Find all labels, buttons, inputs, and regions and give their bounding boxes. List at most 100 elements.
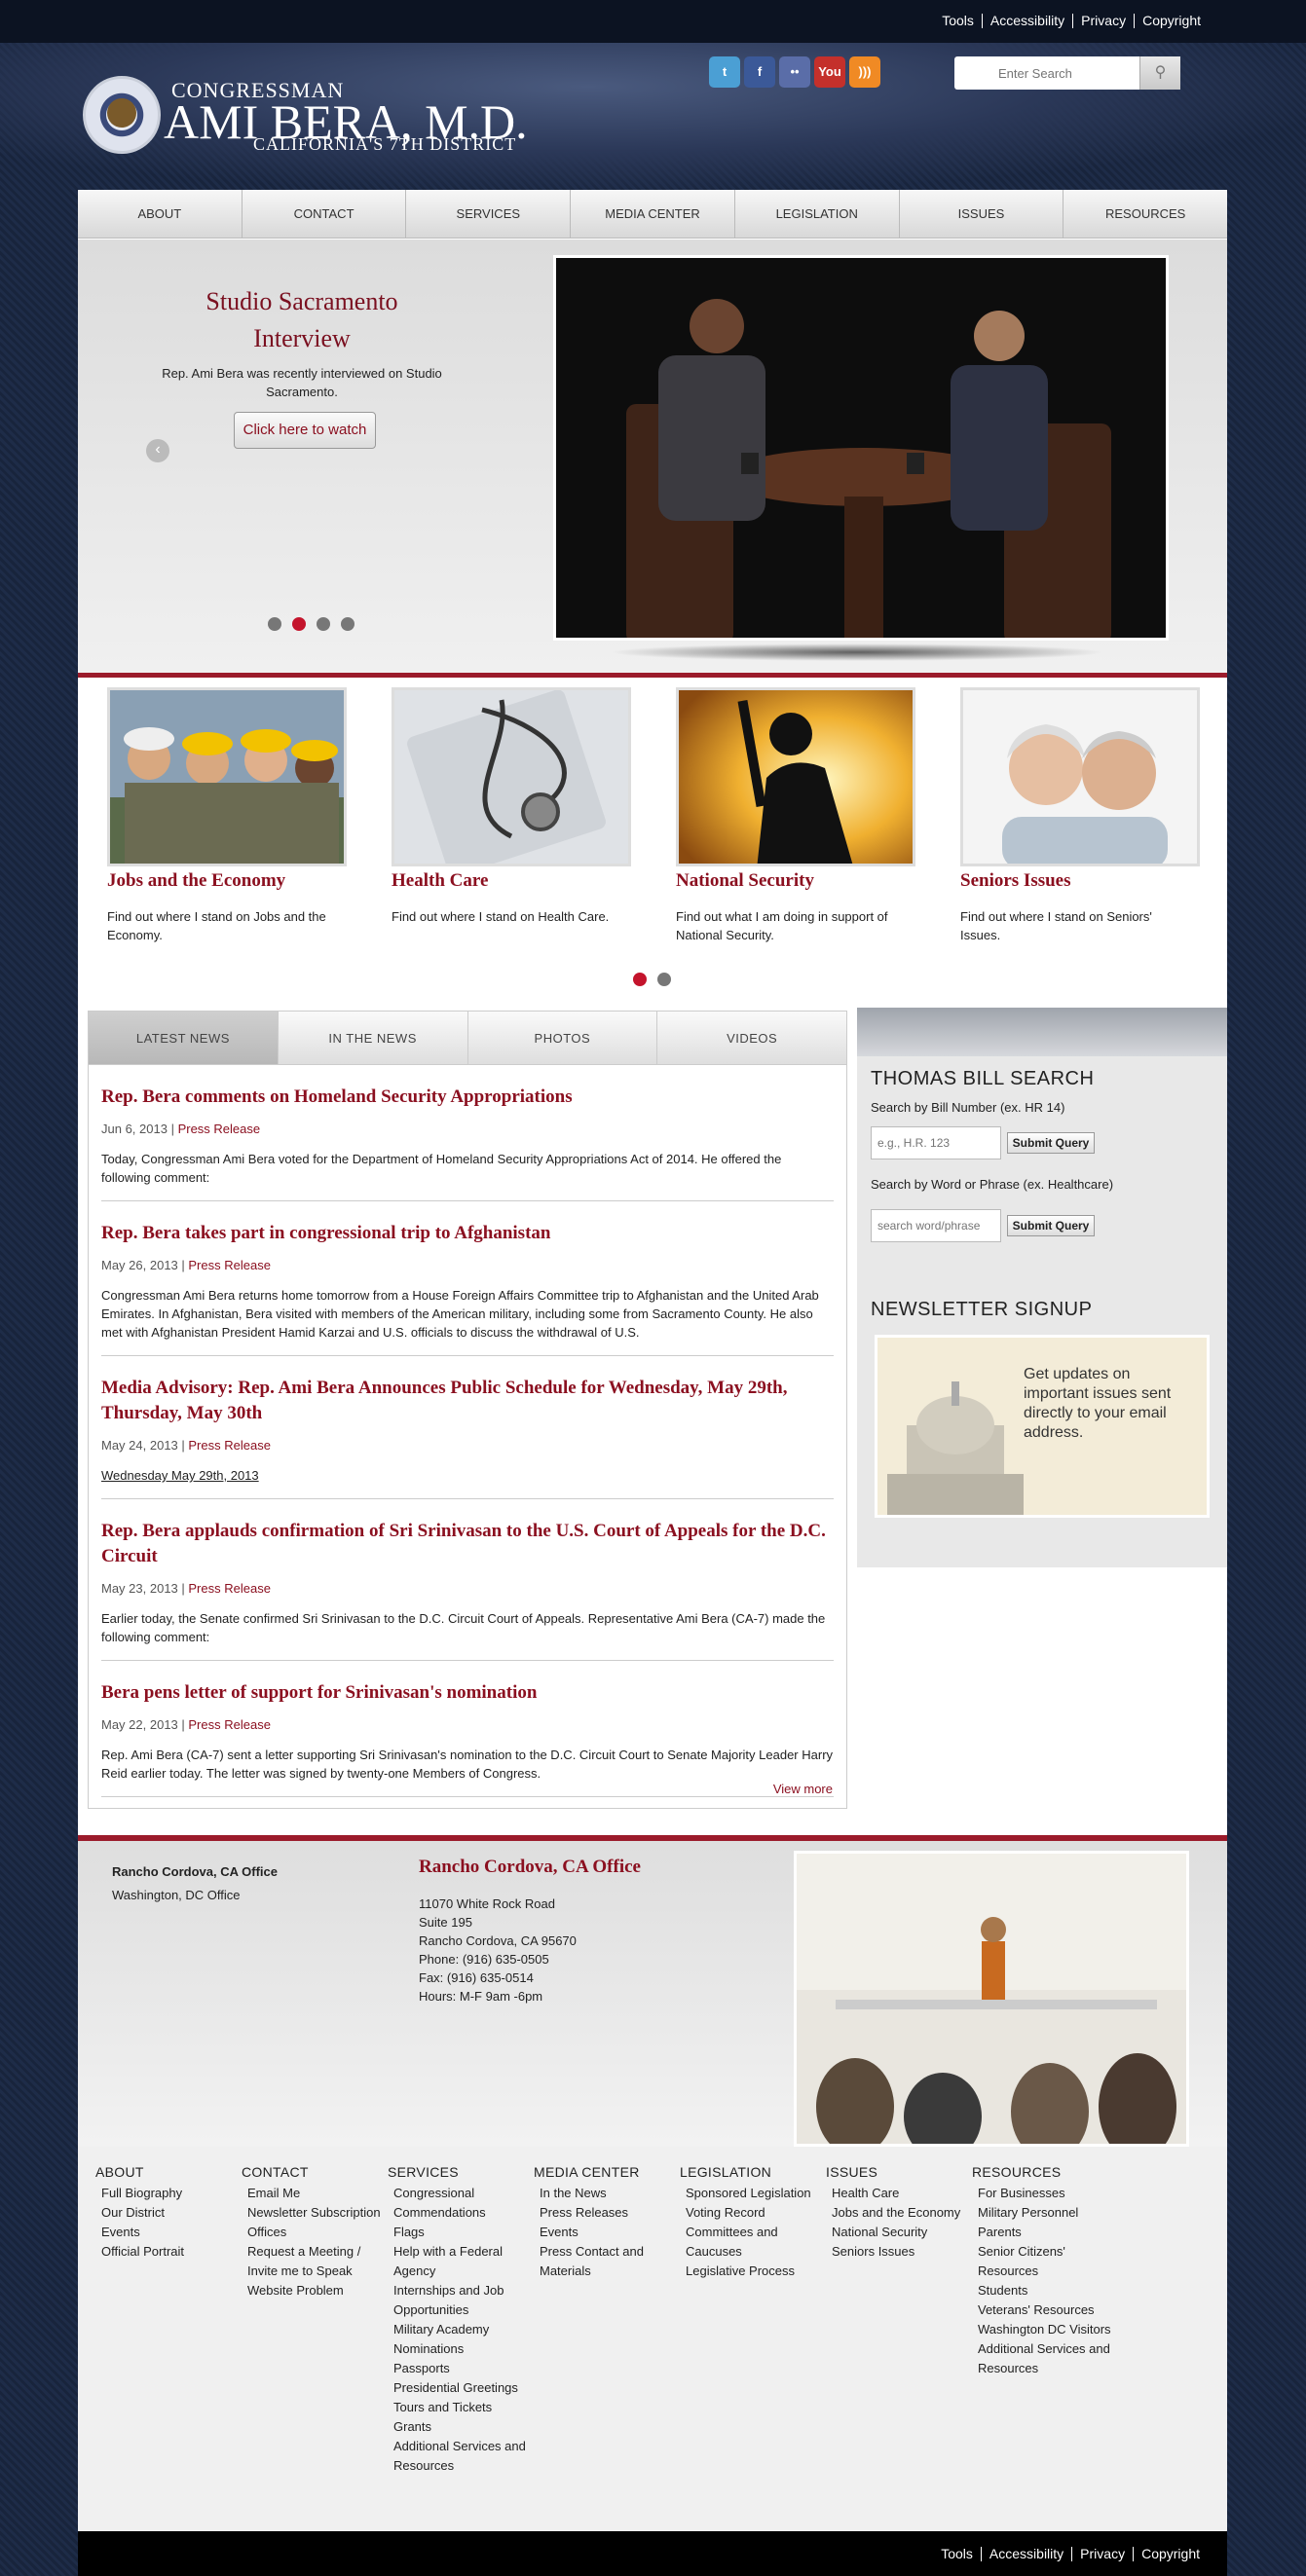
office-link-dc[interactable]: Washington, DC Office [112,1884,278,1907]
sitemap-heading[interactable]: MEDIA CENTER [534,2164,675,2180]
search-icon[interactable]: ⚲ [1139,56,1180,90]
sitemap-link[interactable]: Seniors Issues [826,2242,967,2262]
utility-link-accessibility[interactable]: Accessibility [980,2547,1071,2561]
sitemap-link[interactable]: Congressional Commendations [388,2184,529,2223]
tab-videos[interactable]: VIDEOS [657,1012,846,1064]
sitemap-link[interactable]: Events [95,2223,237,2242]
article-title[interactable]: Rep. Bera applauds confirmation of Sri S… [101,1519,834,1569]
utility-link-tools[interactable]: Tools [934,14,982,28]
bill-word-submit-button[interactable]: Submit Query [1007,1215,1095,1236]
feature-dot[interactable] [657,973,671,986]
feature-title[interactable]: Health Care [392,870,645,892]
article-title[interactable]: Rep. Bera takes part in congressional tr… [101,1221,834,1246]
sitemap-link[interactable]: Parents [972,2223,1113,2242]
search-input[interactable] [954,56,1139,90]
sitemap-link[interactable]: Washington DC Visitors [972,2320,1113,2339]
sitemap-link[interactable]: Passports [388,2359,529,2378]
slide-dot[interactable] [268,617,281,631]
slide-image[interactable] [553,255,1169,641]
sitemap-link[interactable]: Email Me [242,2184,383,2203]
sitemap-heading[interactable]: RESOURCES [972,2164,1113,2180]
twitter-icon[interactable]: t [709,56,740,88]
article-title[interactable]: Rep. Bera comments on Homeland Security … [101,1085,834,1110]
sitemap-link[interactable]: Grants [388,2417,529,2437]
sitemap-link[interactable]: In the News [534,2184,675,2203]
house-seal-logo[interactable] [83,76,161,154]
sitemap-link[interactable]: Additional Services and Resources [972,2339,1113,2378]
newsletter-signup-banner[interactable]: Get updates on important issues sent dir… [875,1335,1210,1518]
nav-item-about[interactable]: ABOUT [78,190,243,238]
article-type-link[interactable]: Press Release [188,1717,271,1732]
view-more-link[interactable]: View more [773,1782,833,1796]
bill-word-input[interactable] [871,1209,1001,1242]
seniors-image[interactable] [960,687,1200,866]
sitemap-heading[interactable]: LEGISLATION [680,2164,821,2180]
slide-dot[interactable] [292,617,306,631]
sitemap-link[interactable]: Flags [388,2223,529,2242]
sitemap-link[interactable]: Our District [95,2203,237,2223]
article-title[interactable]: Bera pens letter of support for Srinivas… [101,1680,834,1706]
article-type-link[interactable]: Press Release [188,1258,271,1272]
feature-title[interactable]: Seniors Issues [960,870,1213,892]
tab-photos[interactable]: PHOTOS [467,1012,658,1064]
bill-number-submit-button[interactable]: Submit Query [1007,1132,1095,1154]
health-image[interactable] [392,687,631,866]
sitemap-link[interactable]: Military Academy Nominations [388,2320,529,2359]
facebook-icon[interactable]: f [744,56,775,88]
sitemap-link[interactable]: Help with a Federal Agency [388,2242,529,2281]
sitemap-link[interactable]: Veterans' Resources [972,2300,1113,2320]
sitemap-link[interactable]: Health Care [826,2184,967,2203]
utility-link-accessibility[interactable]: Accessibility [981,14,1072,28]
tab-in-the-news[interactable]: IN THE NEWS [278,1012,468,1064]
nav-item-contact[interactable]: CONTACT [243,190,407,238]
article-title[interactable]: Media Advisory: Rep. Ami Bera Announces … [101,1376,834,1426]
sitemap-link[interactable]: Press Contact and Materials [534,2242,675,2281]
sitemap-heading[interactable]: CONTACT [242,2164,383,2180]
feature-security[interactable]: National Security Find out what I am doi… [676,687,929,944]
sitemap-link[interactable]: Military Personnel [972,2203,1113,2223]
utility-link-privacy[interactable]: Privacy [1072,14,1134,28]
sitemap-link[interactable]: For Businesses [972,2184,1113,2203]
sitemap-link[interactable]: Full Biography [95,2184,237,2203]
office-link-rancho[interactable]: Rancho Cordova, CA Office [112,1860,278,1884]
sitemap-link[interactable]: Newsletter Subscription [242,2203,383,2223]
jobs-image[interactable] [107,687,347,866]
slide-dot[interactable] [317,617,330,631]
sitemap-link[interactable]: Senior Citizens' Resources [972,2242,1113,2281]
feature-title[interactable]: Jobs and the Economy [107,870,360,892]
slide-dot[interactable] [341,617,354,631]
sitemap-link[interactable]: Request a Meeting / Invite me to Speak [242,2242,383,2281]
article-type-link[interactable]: Press Release [178,1122,261,1136]
utility-link-privacy[interactable]: Privacy [1071,2547,1133,2561]
sitemap-link[interactable]: Additional Services and Resources [388,2437,529,2476]
tab-latest-news[interactable]: LATEST NEWS [89,1012,279,1064]
feature-title[interactable]: National Security [676,870,929,892]
utility-link-copyright[interactable]: Copyright [1134,14,1209,28]
sitemap-link[interactable]: Events [534,2223,675,2242]
utility-link-copyright[interactable]: Copyright [1133,2547,1208,2561]
sitemap-heading[interactable]: ISSUES [826,2164,967,2180]
rss-icon[interactable]: ))) [849,56,880,88]
logo-title-district[interactable]: CALIFORNIA'S 7TH DISTRICT [253,134,516,155]
security-image[interactable] [676,687,915,866]
article-type-link[interactable]: Press Release [188,1438,271,1453]
sitemap-link[interactable]: Offices [242,2223,383,2242]
nav-item-media-center[interactable]: MEDIA CENTER [571,190,735,238]
feature-health[interactable]: Health Care Find out where I stand on He… [392,687,645,926]
article-type-link[interactable]: Press Release [188,1581,271,1596]
feature-seniors[interactable]: Seniors Issues Find out where I stand on… [960,687,1213,944]
sitemap-link[interactable]: Presidential Greetings [388,2378,529,2398]
sitemap-link[interactable]: Voting Record [680,2203,821,2223]
nav-item-issues[interactable]: ISSUES [900,190,1064,238]
sitemap-link[interactable]: Jobs and the Economy [826,2203,967,2223]
sitemap-link[interactable]: National Security [826,2223,967,2242]
sitemap-link[interactable]: Website Problem [242,2281,383,2300]
bill-number-input[interactable] [871,1126,1001,1159]
sitemap-link[interactable]: Internships and Job Opportunities [388,2281,529,2320]
nav-item-services[interactable]: SERVICES [406,190,572,238]
youtube-icon[interactable]: You [814,56,845,88]
sitemap-link[interactable]: Legislative Process [680,2262,821,2281]
utility-link-tools[interactable]: Tools [933,2547,981,2561]
nav-item-legislation[interactable]: LEGISLATION [735,190,900,238]
feature-dot[interactable] [633,973,647,986]
